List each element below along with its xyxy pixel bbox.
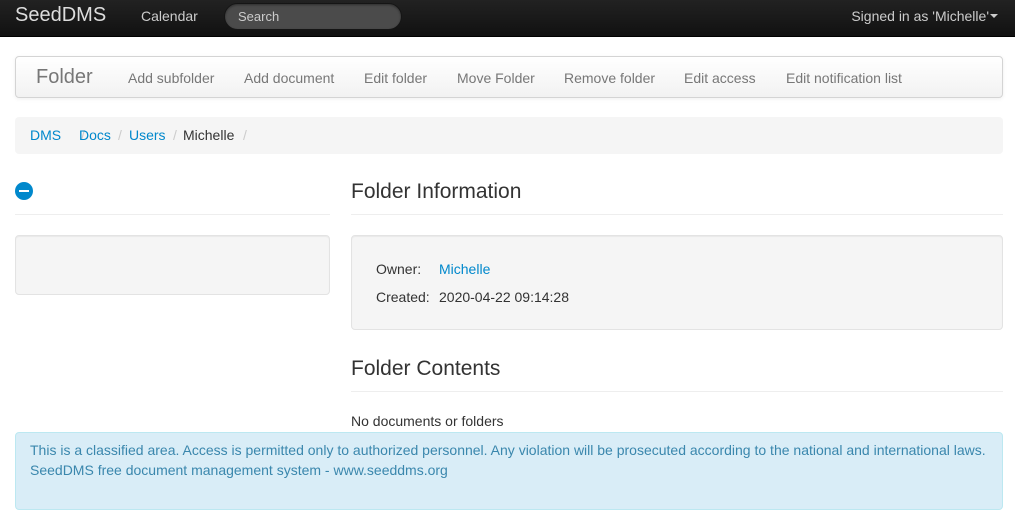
brand-logo-link[interactable]: SeedDMS	[15, 4, 106, 26]
folder-action-bar: Folder Add subfolder Add document Edit f…	[15, 56, 1003, 98]
breadcrumb: DMS / Docs / Users / Michelle /	[15, 117, 1003, 154]
move-folder-link[interactable]: Move Folder	[457, 69, 535, 87]
user-menu-toggle[interactable]: Signed in as 'Michelle'	[851, 7, 989, 25]
nav-calendar-link[interactable]: Calendar	[141, 7, 198, 25]
breadcrumb-docs[interactable]: Docs	[79, 127, 111, 143]
created-label: Created:	[376, 289, 430, 305]
folder-contents-heading: Folder Contents	[351, 357, 501, 380]
divider	[351, 391, 1003, 392]
edit-folder-link[interactable]: Edit folder	[364, 69, 427, 87]
owner-link[interactable]: Michelle	[439, 260, 490, 278]
add-document-link[interactable]: Add document	[244, 69, 334, 87]
breadcrumb-separator: /	[243, 127, 247, 143]
empty-contents-text: No documents or folders	[351, 413, 504, 429]
edit-notification-list-link[interactable]: Edit notification list	[786, 69, 902, 87]
remove-folder-link[interactable]: Remove folder	[564, 69, 655, 87]
search-input[interactable]: Search	[224, 3, 402, 30]
subnav-title[interactable]: Folder	[36, 66, 93, 88]
breadcrumb-dms[interactable]: DMS	[30, 127, 61, 143]
folder-info-heading: Folder Information	[351, 180, 522, 203]
top-navbar: SeedDMS Calendar Search Signed in as 'Mi…	[0, 0, 1015, 37]
collapse-tree-icon[interactable]	[15, 182, 33, 200]
divider	[351, 214, 1003, 215]
breadcrumb-separator: /	[173, 127, 177, 143]
chevron-down-icon[interactable]	[990, 14, 998, 18]
breadcrumb-current: Michelle	[183, 127, 235, 143]
classified-notice-text: This is a classified area. Access is per…	[30, 442, 986, 458]
footer-notice: This is a classified area. Access is per…	[15, 432, 1003, 510]
folder-tree-panel	[15, 235, 330, 295]
edit-access-link[interactable]: Edit access	[684, 69, 756, 87]
breadcrumb-separator: /	[118, 127, 122, 143]
add-subfolder-link[interactable]: Add subfolder	[128, 69, 214, 87]
created-value: 2020-04-22 09:14:28	[439, 289, 569, 305]
folder-info-panel: Owner: Michelle Created: 2020-04-22 09:1…	[351, 235, 1003, 330]
breadcrumb-users[interactable]: Users	[129, 127, 166, 143]
owner-label: Owner:	[376, 261, 422, 277]
footer-tagline: SeedDMS free document management system …	[30, 462, 448, 478]
divider	[15, 214, 330, 215]
